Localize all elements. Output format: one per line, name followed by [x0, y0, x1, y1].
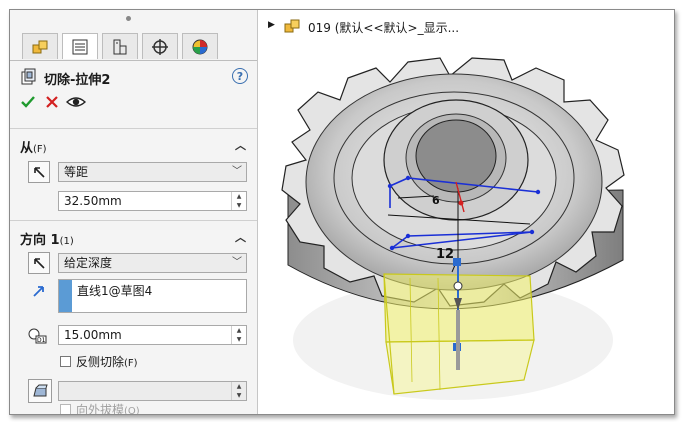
flip-side-text: 反侧切除	[76, 355, 125, 369]
direction-handle-top[interactable]	[453, 258, 461, 266]
drag-arrow-handle[interactable]	[453, 281, 463, 291]
cut-extrude-icon	[21, 68, 36, 85]
spin-arrows[interactable]: ▲ ▼	[231, 326, 246, 344]
direction-arrow-icon	[33, 286, 44, 297]
from-reverse-button[interactable]	[28, 161, 50, 183]
from-end-condition-value: 等距	[64, 165, 89, 179]
origin-point	[458, 200, 464, 206]
manager-tabs	[10, 32, 257, 61]
direction1-end-condition-select[interactable]: 给定深度 ﹀	[58, 253, 247, 273]
draft-outward-checkbox[interactable]	[60, 404, 71, 414]
tab-dimxpert-manager[interactable]	[142, 33, 178, 59]
property-manager-icon	[72, 39, 88, 54]
tab-feature-manager[interactable]	[22, 33, 58, 59]
preview-eye-icon[interactable]	[66, 94, 86, 110]
collapse-chevron-icon[interactable]: ︿	[235, 229, 246, 245]
direction1-end-condition-value: 给定深度	[64, 256, 113, 270]
section-from[interactable]: 从(F) ︿	[20, 137, 248, 156]
tab-configuration-manager[interactable]	[102, 33, 138, 59]
cancel-x-icon[interactable]	[44, 94, 60, 110]
feature-manager-icon	[32, 40, 48, 53]
draft-outward-label: 向外拔模(O)	[76, 401, 140, 414]
draft-icon	[33, 384, 48, 397]
from-end-condition-select[interactable]: 等距 ﹀	[58, 162, 247, 182]
display-manager-icon	[192, 39, 208, 54]
selection-color-bar	[59, 280, 72, 312]
depth-value: 15.00mm	[64, 328, 122, 342]
reverse-direction-icon	[34, 258, 45, 269]
direction-reference-list[interactable]: 直线1@草图4	[58, 279, 247, 313]
collapse-chevron-icon[interactable]: ︿	[235, 137, 246, 153]
dimxpert-icon	[152, 38, 168, 55]
help-button[interactable]: ?	[232, 68, 248, 84]
graphics-viewport[interactable]: ▶ 019 (默认<<默认>_显示... 12 6	[258, 10, 674, 414]
draft-outward-text: 向外拔模	[76, 403, 125, 414]
spin-arrows[interactable]: ▲ ▼	[231, 382, 246, 400]
section-direction1-hotkey: (1)	[59, 236, 74, 247]
panel-grip[interactable]	[126, 16, 131, 21]
svg-text:D1: D1	[37, 337, 46, 344]
flip-side-checkbox[interactable]	[60, 356, 71, 367]
section-from-label: 从	[20, 141, 34, 156]
dimension-12-label[interactable]: 12	[436, 247, 454, 262]
chevron-down-icon: ﹀	[232, 257, 242, 268]
depth-input[interactable]: 15.00mm ▲ ▼	[58, 325, 247, 345]
feature-title: 切除-拉伸2	[44, 73, 111, 88]
gear-model-view: 12 6	[281, 57, 625, 400]
ok-check-icon[interactable]	[20, 94, 36, 110]
drag-arrow-shaft	[456, 310, 460, 370]
dimension-6-label[interactable]: 6	[432, 194, 440, 207]
reverse-direction-icon	[34, 167, 45, 178]
tab-display-manager[interactable]	[182, 33, 218, 59]
section-direction1[interactable]: 方向 1(1) ︿	[20, 229, 248, 248]
chevron-down-icon: ﹀	[232, 166, 242, 177]
flip-side-hotkey: (F)	[124, 358, 138, 369]
direction-reference-item[interactable]: 直线1@草图4	[77, 282, 152, 299]
property-manager-panel: 切除-拉伸2 ? 从(F) ︿ 等距 ﹀ 32.50mm ▲ ▼ 方向 1(1)…	[10, 10, 258, 414]
depth-dimension-icon: D1	[28, 328, 47, 344]
section-from-hotkey: (F)	[33, 144, 47, 155]
divider	[10, 220, 257, 221]
divider	[10, 128, 257, 129]
tab-property-manager[interactable]	[62, 33, 98, 59]
draft-outward-hotkey: (O)	[124, 406, 140, 414]
draft-toggle-button[interactable]	[28, 379, 52, 403]
spin-arrows[interactable]: ▲ ▼	[231, 192, 246, 210]
configuration-manager-icon	[113, 39, 127, 54]
gear-bore	[415, 119, 497, 193]
section-direction1-label: 方向 1	[20, 233, 60, 248]
from-offset-input[interactable]: 32.50mm ▲ ▼	[58, 191, 247, 211]
flip-side-label: 反侧切除(F)	[76, 353, 138, 370]
draft-angle-input[interactable]: ▲ ▼	[58, 381, 247, 401]
solidworks-window: 切除-拉伸2 ? 从(F) ︿ 等距 ﹀ 32.50mm ▲ ▼ 方向 1(1)…	[9, 9, 675, 415]
feature-title-row: 切除-拉伸2 ?	[20, 68, 248, 88]
direction1-reverse-button[interactable]	[28, 252, 50, 274]
from-offset-value: 32.50mm	[64, 194, 122, 208]
